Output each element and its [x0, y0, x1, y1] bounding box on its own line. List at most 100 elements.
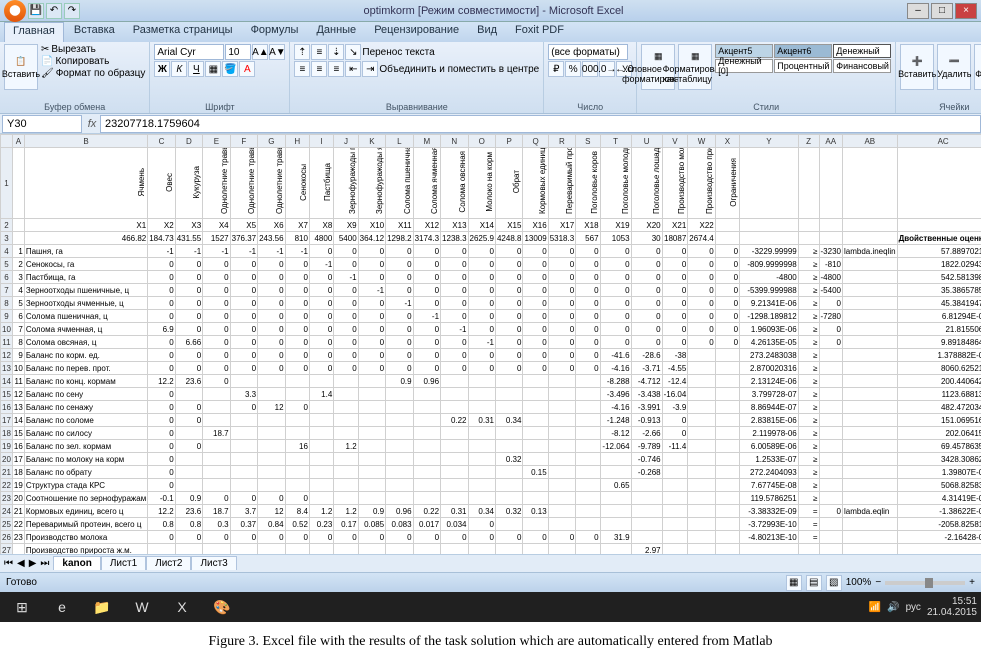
ribbon-tab-7[interactable]: Foxit PDF — [507, 22, 572, 42]
col-header[interactable]: G — [258, 135, 285, 148]
grow-font-icon[interactable]: A▲ — [252, 44, 268, 60]
taskbar-word[interactable]: W — [124, 594, 160, 620]
tab-nav-prev[interactable]: ◀ — [17, 558, 25, 569]
col-header[interactable]: K — [358, 135, 385, 148]
col-header[interactable] — [1, 135, 13, 148]
align-bot-icon[interactable]: ⇣ — [328, 44, 344, 60]
col-header[interactable]: Q — [523, 135, 548, 148]
merge-button[interactable]: Объединить и поместить в центре — [379, 61, 539, 77]
col-header[interactable]: P — [495, 135, 522, 148]
inc-indent-icon[interactable]: ⇥ — [362, 61, 378, 77]
fill-color-icon[interactable]: 🪣 — [222, 61, 238, 77]
col-header[interactable]: F — [230, 135, 257, 148]
style-percent[interactable]: Процентный — [774, 59, 832, 73]
ribbon-tab-4[interactable]: Данные — [308, 22, 364, 42]
col-header[interactable]: H — [285, 135, 309, 148]
font-size-select[interactable]: 10 — [225, 44, 251, 60]
col-header[interactable]: X — [715, 135, 739, 148]
style-money0[interactable]: Денежный [0] — [715, 59, 773, 73]
col-header[interactable]: O — [468, 135, 495, 148]
percent-icon[interactable]: % — [565, 61, 581, 77]
sheet-tab-Лист1[interactable]: Лист1 — [101, 556, 146, 570]
spreadsheet[interactable]: ABCDEFGHIJKLMNOPQRSTUVWXYZAAABACAD1Ячмен… — [0, 134, 981, 554]
view-page-icon[interactable]: ▤ — [806, 575, 822, 591]
dec-indent-icon[interactable]: ⇤ — [345, 61, 361, 77]
border-icon[interactable]: ▦ — [205, 61, 221, 77]
ribbon-tab-0[interactable]: Главная — [4, 22, 64, 42]
cut-button[interactable]: ✂ Вырезать — [41, 44, 145, 55]
tray-clock[interactable]: 15:51 21.04.2015 — [927, 596, 977, 618]
delete-cells-button[interactable]: ➖Удалить — [937, 44, 971, 90]
sheet-tab-Лист3[interactable]: Лист3 — [191, 556, 236, 570]
insert-cells-button[interactable]: ➕Вставить — [900, 44, 934, 90]
style-finance[interactable]: Финансовый — [833, 59, 891, 73]
start-button[interactable]: ⊞ — [4, 594, 40, 620]
col-header[interactable]: U — [631, 135, 662, 148]
col-header[interactable]: N — [441, 135, 468, 148]
align-center-icon[interactable]: ≡ — [311, 61, 327, 77]
taskbar-explorer[interactable]: 📁 — [84, 594, 120, 620]
col-header[interactable]: D — [175, 135, 202, 148]
col-header[interactable]: AB — [842, 135, 897, 148]
maximize-button[interactable]: □ — [931, 3, 953, 19]
col-header[interactable]: T — [600, 135, 631, 148]
font-color-icon[interactable]: A — [239, 61, 255, 77]
col-header[interactable]: AA — [819, 135, 842, 148]
tray-lang[interactable]: рус — [906, 602, 921, 613]
col-header[interactable]: S — [576, 135, 600, 148]
col-header[interactable]: V — [662, 135, 688, 148]
ribbon-tab-5[interactable]: Рецензирование — [366, 22, 467, 42]
qat-undo[interactable]: ↶ — [46, 3, 62, 19]
currency-icon[interactable]: ₽ — [548, 61, 564, 77]
col-header[interactable]: Z — [798, 135, 819, 148]
comma-icon[interactable]: 000 — [582, 61, 598, 77]
zoom-slider[interactable] — [885, 581, 965, 585]
format-painter-button[interactable]: 🖌 Формат по образцу — [41, 68, 145, 79]
minimize-button[interactable]: – — [907, 3, 929, 19]
ribbon-tab-1[interactable]: Вставка — [66, 22, 123, 42]
format-cells-button[interactable]: ▦Формат — [974, 44, 981, 90]
col-header[interactable]: R — [548, 135, 575, 148]
col-header[interactable]: AC — [897, 135, 981, 148]
inc-dec-icon[interactable]: .0→ — [599, 61, 615, 77]
view-normal-icon[interactable]: ▦ — [786, 575, 802, 591]
zoom-out[interactable]: − — [875, 577, 881, 588]
sheet-tab-Лист2[interactable]: Лист2 — [146, 556, 191, 570]
taskbar-ie[interactable]: e — [44, 594, 80, 620]
qat-save[interactable]: 💾 — [28, 3, 44, 19]
col-header[interactable]: B — [24, 135, 147, 148]
office-button[interactable]: ⬤ — [4, 0, 26, 22]
format-table-button[interactable]: ▦Форматировать как таблицу — [678, 44, 712, 90]
underline-icon[interactable]: Ч — [188, 61, 204, 77]
view-break-icon[interactable]: ▧ — [826, 575, 842, 591]
formula-input[interactable]: 23207718.1759604 — [100, 115, 981, 133]
col-header[interactable]: I — [309, 135, 333, 148]
zoom-in[interactable]: + — [969, 577, 975, 588]
col-header[interactable]: L — [386, 135, 413, 148]
col-header[interactable]: E — [203, 135, 230, 148]
orientation-icon[interactable]: ↘ — [345, 44, 361, 60]
ribbon-tab-2[interactable]: Разметка страницы — [125, 22, 241, 42]
col-header[interactable]: C — [148, 135, 175, 148]
sheet-tab-kanon[interactable]: kanon — [53, 556, 100, 570]
col-header[interactable]: Y — [740, 135, 799, 148]
ribbon-tab-6[interactable]: Вид — [469, 22, 505, 42]
col-header[interactable]: J — [334, 135, 358, 148]
fx-icon[interactable]: fx — [84, 118, 100, 130]
number-format-select[interactable]: (все форматы) — [548, 44, 628, 60]
align-top-icon[interactable]: ⇡ — [294, 44, 310, 60]
name-box[interactable]: Y30 — [2, 115, 82, 133]
paste-button[interactable]: 📋Вставить — [4, 44, 38, 90]
bold-icon[interactable]: Ж — [154, 61, 170, 77]
align-left-icon[interactable]: ≡ — [294, 61, 310, 77]
font-family-select[interactable]: Arial Cyr — [154, 44, 224, 60]
align-right-icon[interactable]: ≡ — [328, 61, 344, 77]
tab-nav-next[interactable]: ▶ — [29, 558, 37, 569]
copy-button[interactable]: 📄 Копировать — [41, 56, 145, 67]
close-button[interactable]: × — [955, 3, 977, 19]
col-header[interactable]: M — [413, 135, 440, 148]
style-money[interactable]: Денежный — [833, 44, 891, 58]
col-header[interactable]: A — [12, 135, 24, 148]
taskbar-excel[interactable]: X — [164, 594, 200, 620]
tray-network-icon[interactable]: 📶 — [869, 602, 881, 613]
